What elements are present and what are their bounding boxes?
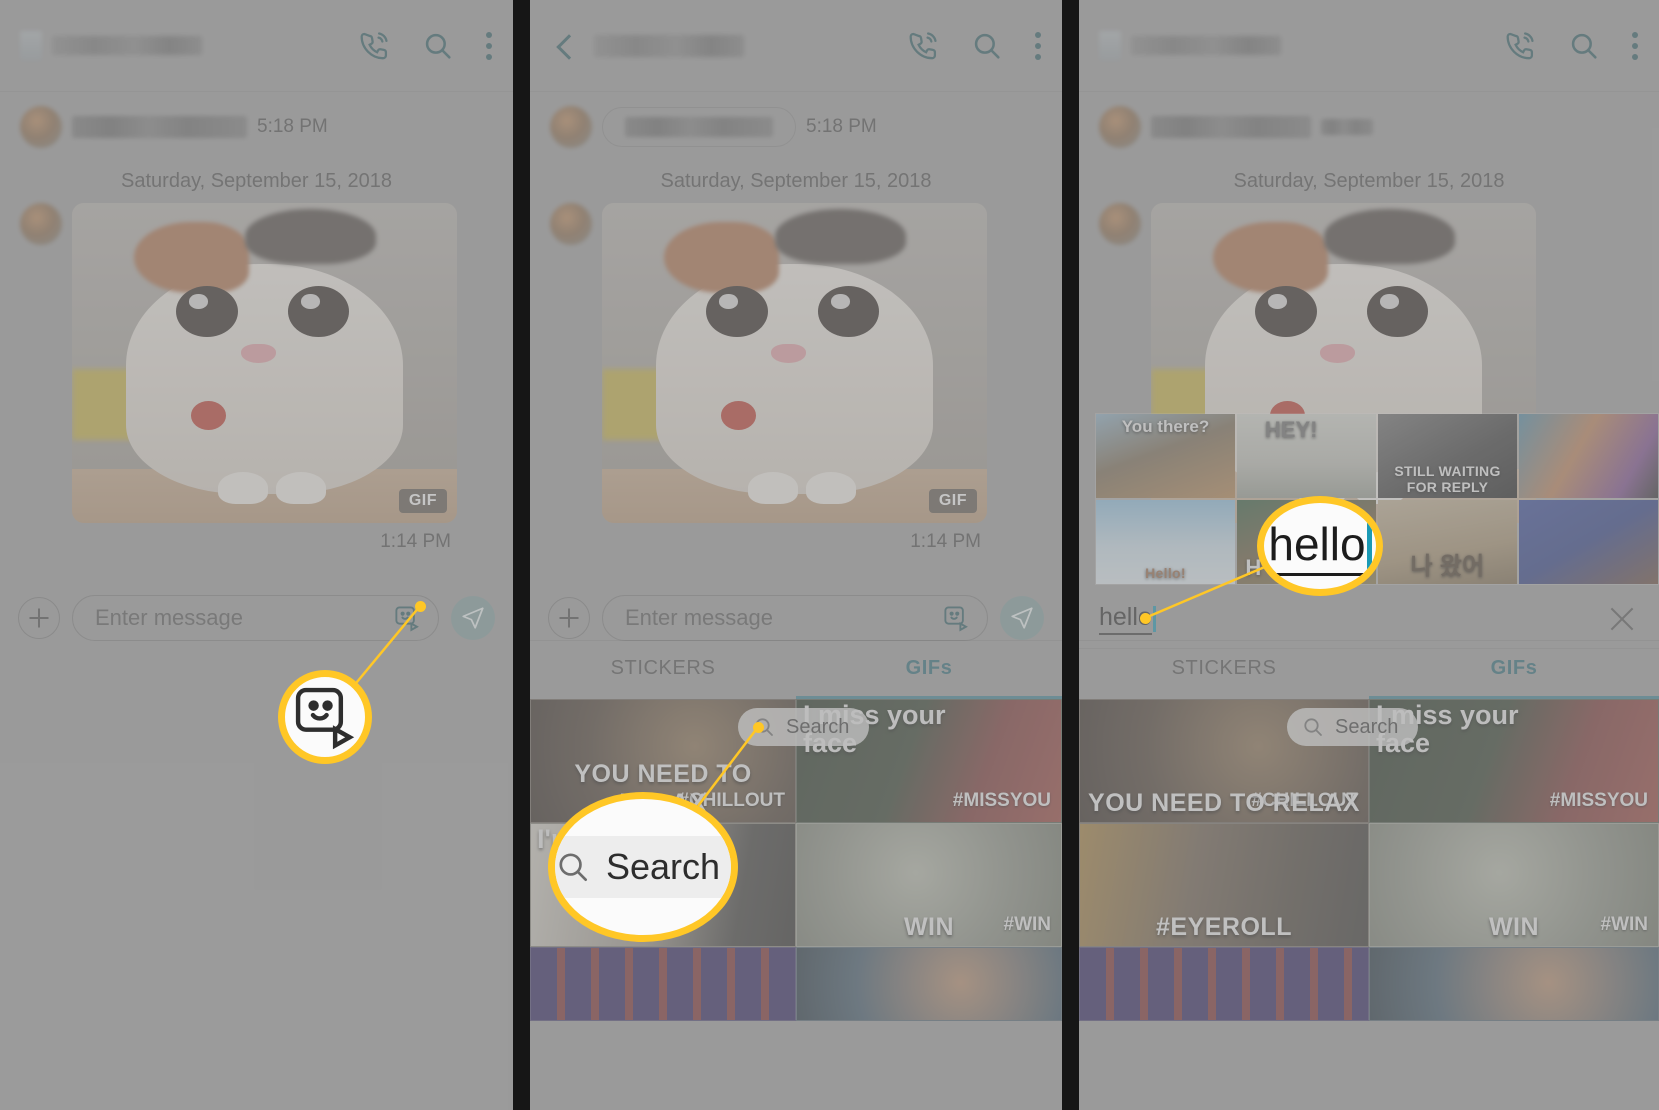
callout-anchor-dot-1 [415,601,426,612]
gif-search-label-zoomed: Search [605,846,721,887]
gif-search-value-zoomed: hello [1268,517,1366,576]
callout-anchor-dot-2 [753,722,764,733]
phone-screen-3: Saturday, September 15, 2018 You there? … [1079,0,1659,1110]
tutorial-screenshot-strip: 5:18 PM Saturday, September 15, 2018 GIF… [0,0,1659,1110]
panel-divider [513,0,530,1110]
callout-leader-line-2 [697,726,759,807]
search-icon-zoomed [555,848,592,886]
callout-search-text: hello [1257,496,1383,596]
sticker-gif-icon-zoomed [287,679,363,755]
phone-screen-1: 5:18 PM Saturday, September 15, 2018 GIF… [0,0,513,1110]
callout-leader-line-1 [351,605,421,689]
text-cursor-zoomed [1366,523,1372,569]
callout-sticker-icon [278,670,372,764]
gif-search-pill-zoomed: Search [555,836,731,898]
phone-screen-2: 5:18 PM Saturday, September 15, 2018 GIF… [530,0,1062,1110]
panel-divider [1062,0,1079,1110]
callout-search-pill: Search [548,792,738,942]
callout-anchor-dot-3 [1140,613,1151,624]
